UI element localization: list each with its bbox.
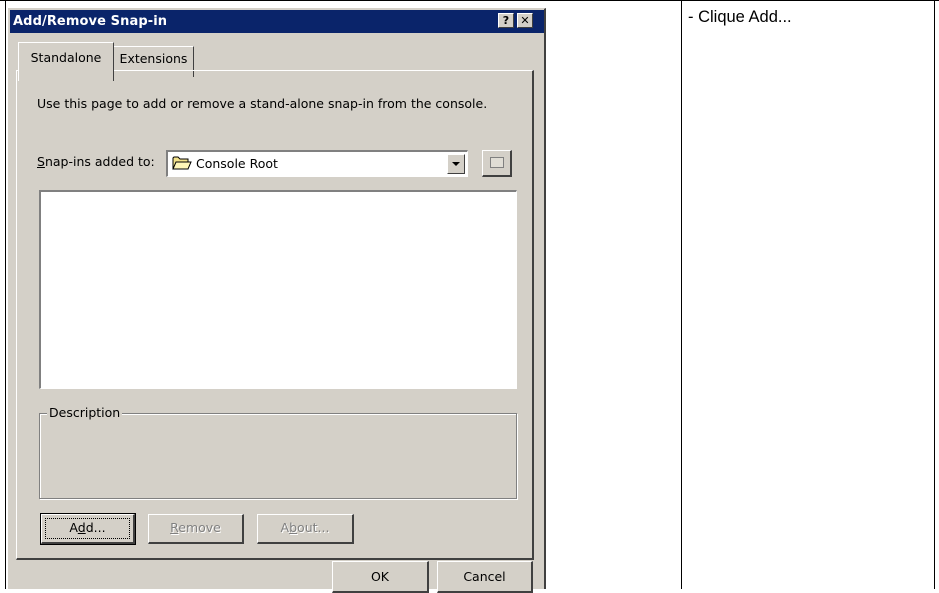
browse-button[interactable] <box>482 150 512 177</box>
snapins-label-text: nap-ins added to: <box>44 154 155 169</box>
close-button[interactable]: ✕ <box>517 13 533 28</box>
folder-icon <box>172 156 192 170</box>
description-label: Description <box>47 405 123 420</box>
snapins-added-to-combo[interactable]: Console Root <box>166 150 468 177</box>
remove-label-rest: emove <box>178 520 221 535</box>
instruction-text: - Clique Add... <box>688 8 792 26</box>
about-label-accelerator: b <box>289 520 298 535</box>
help-button[interactable]: ? <box>498 13 514 28</box>
tab-standalone-label: Standalone <box>30 50 102 65</box>
about-label-part: A <box>280 520 290 535</box>
add-button[interactable]: Add... <box>40 513 136 545</box>
focus-rectangle <box>45 518 130 539</box>
close-icon: ✕ <box>520 14 530 27</box>
about-label-rest: out... <box>297 520 330 535</box>
snapins-listbox[interactable] <box>39 190 517 389</box>
tab-standalone[interactable]: Standalone <box>18 42 114 81</box>
browse-icon <box>490 157 504 168</box>
remove-button[interactable]: Remove <box>148 514 244 544</box>
dialog-titlebar[interactable]: Add/Remove Snap-in ? ✕ <box>10 10 544 33</box>
snapins-label-accelerator: S <box>37 154 45 169</box>
dialog-title: Add/Remove Snap-in <box>13 14 168 29</box>
table-right-border <box>934 0 935 589</box>
cancel-button[interactable]: Cancel <box>437 561 533 593</box>
standalone-tab-panel: Use this page to add or remove a stand-a… <box>16 70 534 560</box>
ok-button[interactable]: OK <box>332 561 429 593</box>
combo-value: Console Root <box>196 156 278 171</box>
about-button[interactable]: About... <box>257 514 354 544</box>
table-middle-border <box>681 0 682 589</box>
table-left-border <box>5 0 6 589</box>
chevron-down-icon[interactable] <box>447 154 465 174</box>
snapins-added-to-label: Snap-ins added to: <box>37 154 155 169</box>
tab-extensions-label: Extensions <box>119 51 188 66</box>
intro-text: Use this page to add or remove a stand-a… <box>37 96 488 111</box>
table-top-border <box>0 0 939 1</box>
description-groupbox: Description <box>39 405 517 499</box>
add-remove-snapin-dialog: Add/Remove Snap-in ? ✕ Standalone Extens… <box>8 8 546 593</box>
